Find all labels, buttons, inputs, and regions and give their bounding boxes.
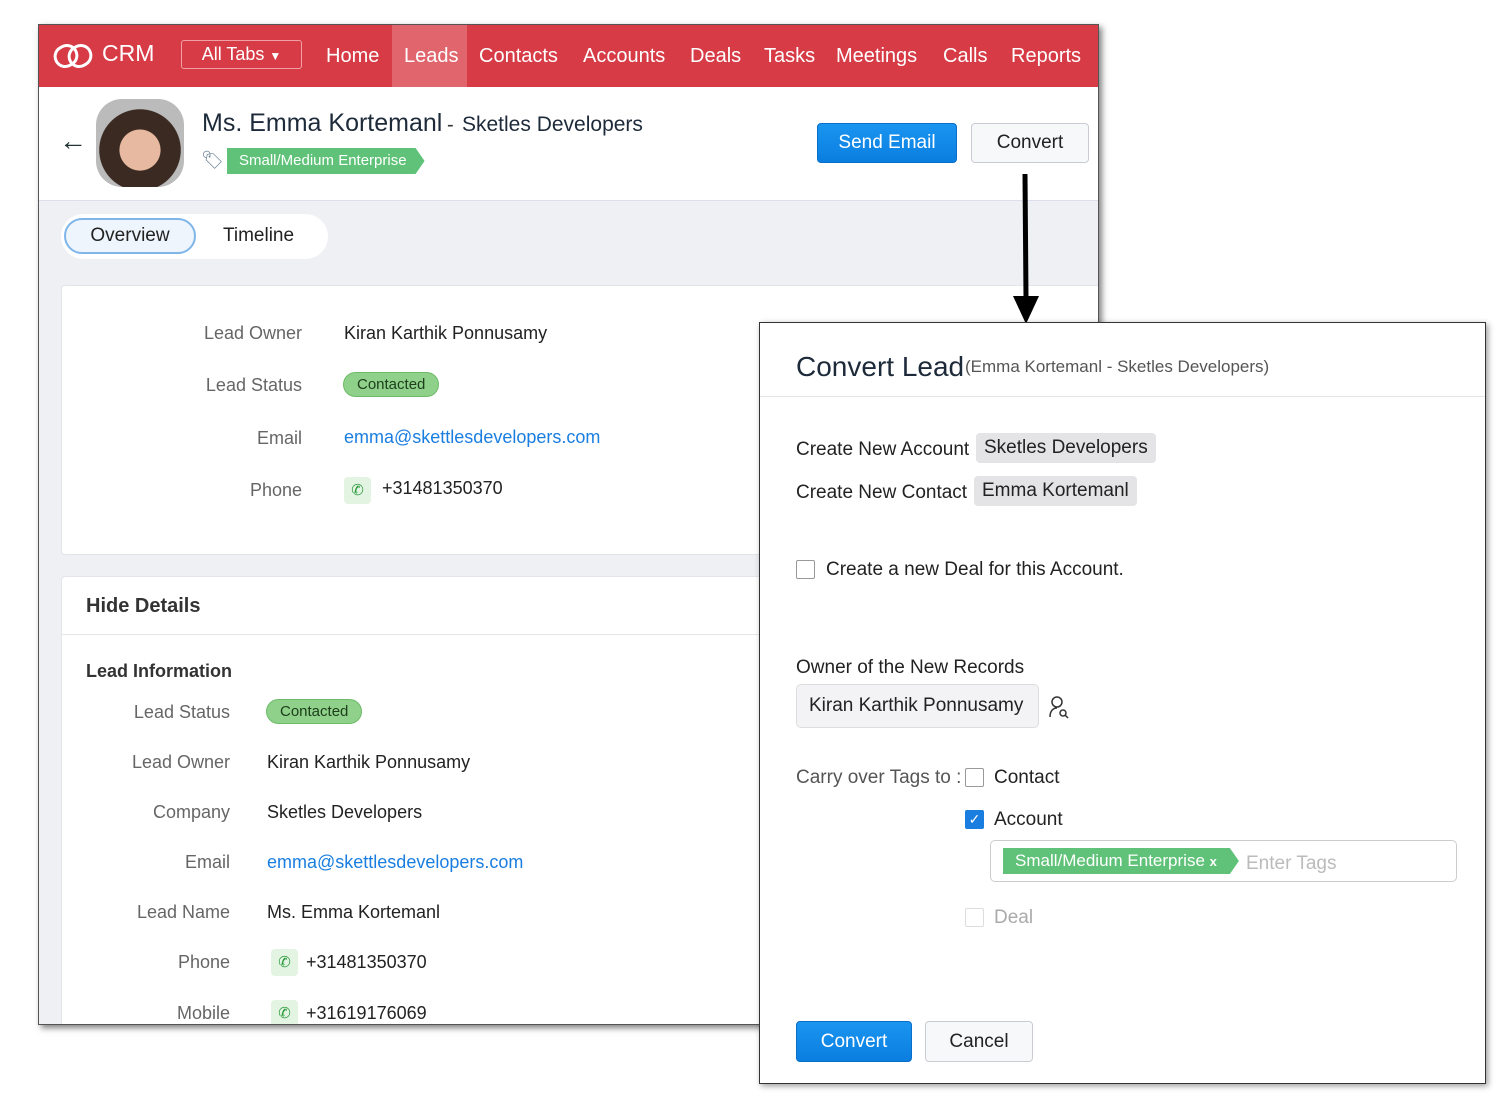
- field-value: Ms. Emma Kortemanl: [267, 902, 441, 922]
- contact-chip: Emma Kortemanl: [974, 476, 1137, 506]
- account-chip: Sketles Developers: [976, 433, 1156, 463]
- status-badge: Contacted: [343, 372, 440, 397]
- field-label: Email: [184, 852, 230, 872]
- nav-contacts[interactable]: Contacts: [467, 25, 570, 87]
- phone-value: +31481350370: [306, 952, 427, 972]
- nav-calls[interactable]: Calls: [931, 25, 999, 87]
- lead-tag: Small/Medium Enterprise: [227, 148, 425, 174]
- create-deal-label: Create a new Deal for this Account.: [826, 559, 1124, 580]
- crm-logo-text: CRM: [102, 40, 155, 66]
- convert-lead-dialog: Convert Lead (Emma Kortemanl - Sketles D…: [759, 322, 1486, 1084]
- phone-icon[interactable]: ✆: [344, 477, 371, 504]
- all-tabs-label: All Tabs: [201, 44, 265, 64]
- dialog-cancel-button[interactable]: Cancel: [925, 1021, 1033, 1062]
- lead-name: Ms. Emma Kortemanl: [202, 109, 443, 137]
- carry-deal-label: Deal: [994, 907, 1034, 928]
- nav-leads[interactable]: Leads: [392, 25, 467, 87]
- dialog-subtitle: (Emma Kortemanl - Sketles Developers): [965, 357, 1270, 376]
- field-label: Lead Name: [136, 902, 230, 922]
- email-link[interactable]: emma@skettlesdevelopers.com: [267, 852, 523, 873]
- carry-account-checkbox[interactable]: ✓: [965, 810, 984, 829]
- contact-label: Create New Contact: [796, 482, 968, 503]
- phone-value: +31481350370: [382, 478, 503, 498]
- nav-tasks[interactable]: Tasks: [752, 25, 827, 87]
- create-deal-checkbox[interactable]: [796, 560, 815, 579]
- remove-tag-icon[interactable]: x: [1210, 854, 1217, 869]
- carry-account-label: Account: [994, 809, 1063, 830]
- field-label: Phone: [249, 480, 302, 500]
- carry-contact-label: Contact: [994, 767, 1060, 788]
- all-tabs-dropdown[interactable]: All Tabs ▼: [181, 40, 302, 69]
- tab-overview[interactable]: Overview: [64, 218, 196, 254]
- dialog-title: Convert Lead: [796, 351, 965, 382]
- section-title: Lead Information: [86, 661, 233, 681]
- phone-icon[interactable]: ✆: [271, 949, 298, 976]
- mobile-value: +31619176069: [306, 1003, 427, 1023]
- tab-timeline[interactable]: Timeline: [201, 218, 316, 254]
- field-label: Lead Status: [133, 702, 230, 722]
- nav-deals[interactable]: Deals: [678, 25, 753, 87]
- owner-label: Owner of the New Records: [796, 657, 1025, 678]
- divider: [760, 396, 1485, 397]
- status-badge: Contacted: [266, 699, 363, 724]
- field-label: Mobile: [176, 1003, 230, 1023]
- tag-chip: Small/Medium Enterprise x: [1003, 848, 1239, 874]
- carry-tags-label: Carry over Tags to :: [796, 767, 962, 788]
- back-arrow-icon[interactable]: ←: [59, 125, 87, 157]
- field-label: Company: [152, 802, 230, 822]
- tags-input[interactable]: Small/Medium Enterprise x Enter Tags: [990, 840, 1457, 882]
- user-lookup-icon[interactable]: [1048, 695, 1070, 719]
- lead-owner-value: Kiran Karthik Ponnusamy: [344, 323, 548, 343]
- top-nav: CRM All Tabs ▼ Home Leads Contacts Accou…: [39, 25, 1098, 87]
- nav-reports[interactable]: Reports: [999, 25, 1093, 87]
- field-label: Email: [256, 428, 302, 448]
- tag-icon: 🏷: [201, 150, 224, 170]
- owner-input[interactable]: Kiran Karthik Ponnusamy: [796, 684, 1039, 728]
- field-label: Lead Status: [205, 375, 302, 395]
- mobile-phone-icon[interactable]: ✆: [271, 1000, 298, 1024]
- field-value: Kiran Karthik Ponnusamy: [267, 752, 471, 772]
- tags-placeholder: Enter Tags: [1246, 853, 1337, 874]
- name-separator: -: [447, 114, 454, 136]
- account-label: Create New Account: [796, 439, 970, 460]
- send-email-button[interactable]: Send Email: [817, 123, 957, 163]
- nav-meetings[interactable]: Meetings: [824, 25, 929, 87]
- avatar: [96, 99, 184, 187]
- nav-accounts[interactable]: Accounts: [571, 25, 677, 87]
- carry-contact-checkbox[interactable]: [965, 768, 984, 787]
- carry-deal-checkbox: [965, 908, 984, 927]
- view-tabs: Overview Timeline: [61, 214, 328, 259]
- record-header: ← Ms. Emma Kortemanl - Sketles Developer…: [39, 87, 1098, 201]
- tag-chip-label: Small/Medium Enterprise: [1015, 851, 1205, 870]
- nav-home[interactable]: Home: [314, 25, 391, 87]
- lead-company: Sketles Developers: [462, 113, 643, 136]
- hide-details-toggle[interactable]: Hide Details: [86, 595, 200, 618]
- field-label: Lead Owner: [203, 323, 302, 343]
- field-label: Lead Owner: [131, 752, 230, 772]
- dialog-convert-button[interactable]: Convert: [796, 1021, 912, 1062]
- field-value: Sketles Developers: [267, 802, 423, 822]
- convert-button[interactable]: Convert: [971, 123, 1089, 163]
- field-label: Phone: [177, 952, 230, 972]
- arrow-down-icon: [1013, 173, 1039, 324]
- email-link[interactable]: emma@skettlesdevelopers.com: [344, 427, 600, 448]
- crm-logo-icon: [53, 44, 93, 68]
- caret-down-icon: ▼: [269, 49, 282, 63]
